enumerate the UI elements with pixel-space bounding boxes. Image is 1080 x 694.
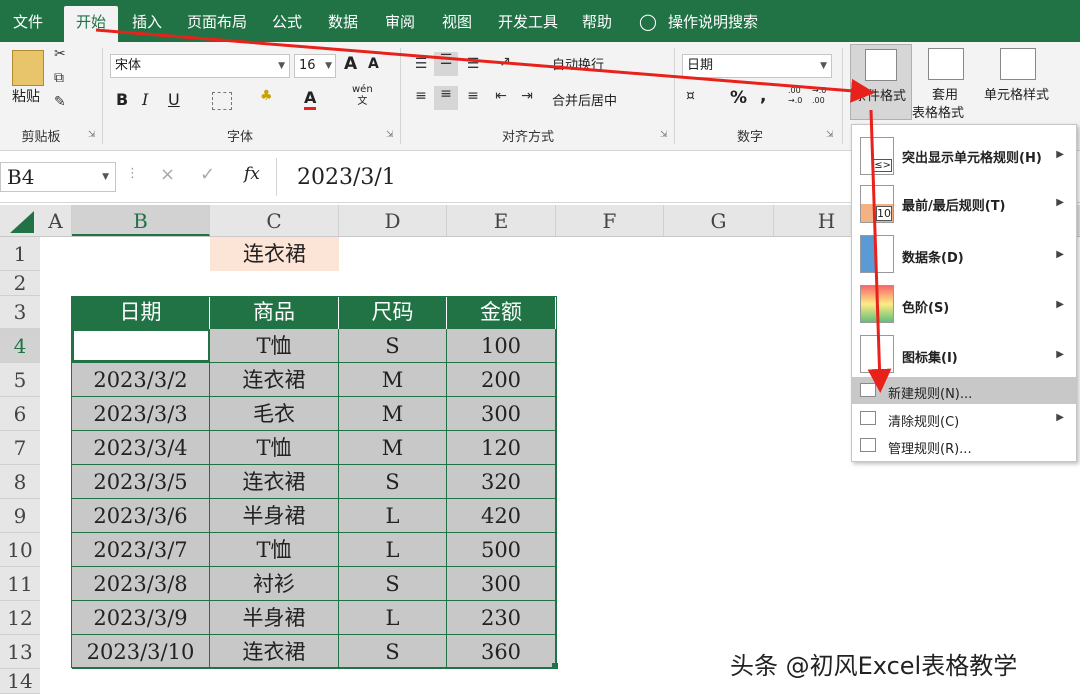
arrow-cond-to-new-rule <box>867 109 892 393</box>
arrow-tab-to-cond <box>95 28 875 103</box>
watermark: 头条 @初风Excel表格教学 <box>730 652 1018 680</box>
annotation-arrows <box>95 28 892 393</box>
